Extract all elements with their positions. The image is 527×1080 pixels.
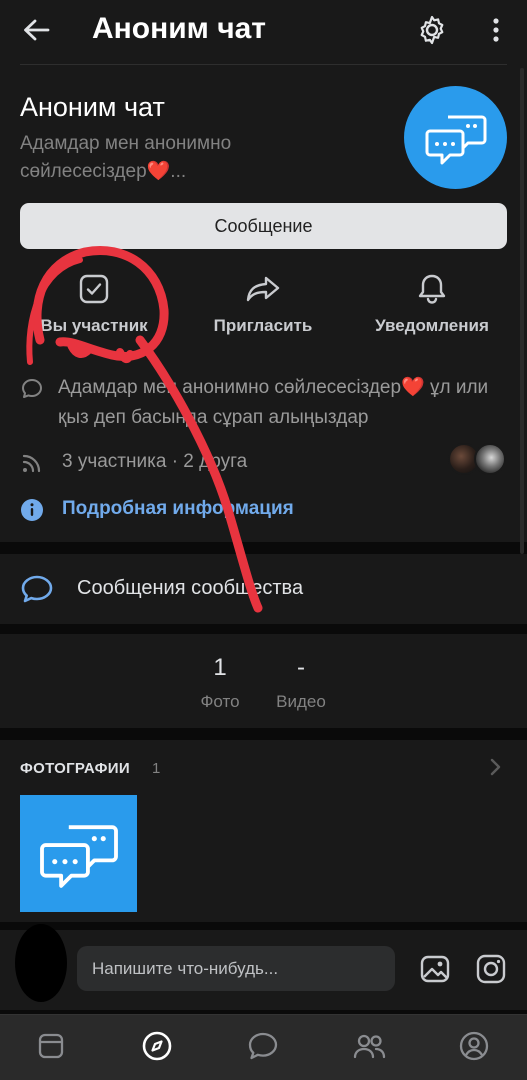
info-icon (20, 494, 48, 524)
avatar (474, 443, 506, 475)
invite-button[interactable]: Пригласить (178, 270, 348, 340)
action-label: Вы участник (40, 316, 148, 335)
speech-bubble-icon (20, 373, 44, 433)
member-status-button[interactable]: Вы участник (9, 270, 179, 340)
details-link[interactable]: Подробная информация (62, 494, 294, 524)
messages-icon[interactable] (243, 1026, 283, 1066)
action-label: Уведомления (375, 316, 489, 335)
chevron-right-icon[interactable] (487, 756, 503, 783)
camera-icon[interactable] (474, 952, 508, 986)
post-input[interactable]: Напишите что-нибудь... (77, 946, 395, 991)
community-avatar[interactable] (404, 86, 507, 189)
news-icon[interactable] (31, 1026, 71, 1066)
checkbox-icon (79, 270, 109, 308)
gear-icon[interactable] (410, 8, 454, 52)
member-avatars[interactable] (448, 443, 508, 475)
divider (20, 64, 507, 65)
counter-value: 1 (213, 654, 227, 681)
avatar[interactable] (15, 924, 67, 1002)
discover-icon[interactable] (137, 1026, 177, 1066)
details-row[interactable]: Подробная информация (20, 494, 510, 524)
action-label: Пригласить (213, 316, 313, 335)
community-description: Адамдар мен анонимно сөйлесесіздер❤️ ұл … (58, 377, 489, 428)
community-short-description: Адамдар мен анонимно сөйлесесіздер❤️... (20, 133, 232, 182)
photos-count: 1 (152, 760, 161, 777)
friends-icon[interactable] (349, 1026, 389, 1066)
community-name: Аноним чат (20, 92, 165, 122)
video-counter[interactable]: - Видео (256, 654, 346, 712)
image-icon[interactable] (418, 952, 452, 986)
members-row[interactable]: 3 участника · 2 друга (20, 447, 510, 477)
bell-icon (417, 270, 447, 308)
message-button[interactable]: Сообщение (20, 203, 507, 249)
notifications-button[interactable]: Уведомления (347, 270, 517, 340)
profile-icon[interactable] (454, 1026, 494, 1066)
chat-bubbles-icon (39, 824, 118, 888)
chat-bubbles-icon (425, 115, 486, 164)
chat-bubble-icon (20, 574, 54, 609)
counter-value: - (297, 654, 305, 681)
back-arrow-icon[interactable] (14, 10, 58, 50)
photo-counter[interactable]: 1 Фото (175, 654, 265, 712)
description-row: Адамдар мен анонимно сөйлесесіздер❤️ ұл … (20, 373, 510, 433)
page-title: Аноним чат (92, 12, 266, 45)
counter-label: Видео (276, 692, 326, 711)
photo-thumbnail[interactable] (20, 795, 137, 912)
more-vertical-icon[interactable] (480, 8, 512, 52)
members-count: 3 участника · 2 друга (62, 451, 248, 472)
photos-section-title[interactable]: ФОТОГРАФИИ (20, 760, 130, 777)
share-icon (245, 270, 281, 308)
community-messages-label: Сообщения сообщества (77, 577, 304, 599)
scrollbar[interactable] (520, 68, 524, 554)
rss-icon (20, 447, 48, 477)
counter-label: Фото (200, 692, 240, 711)
